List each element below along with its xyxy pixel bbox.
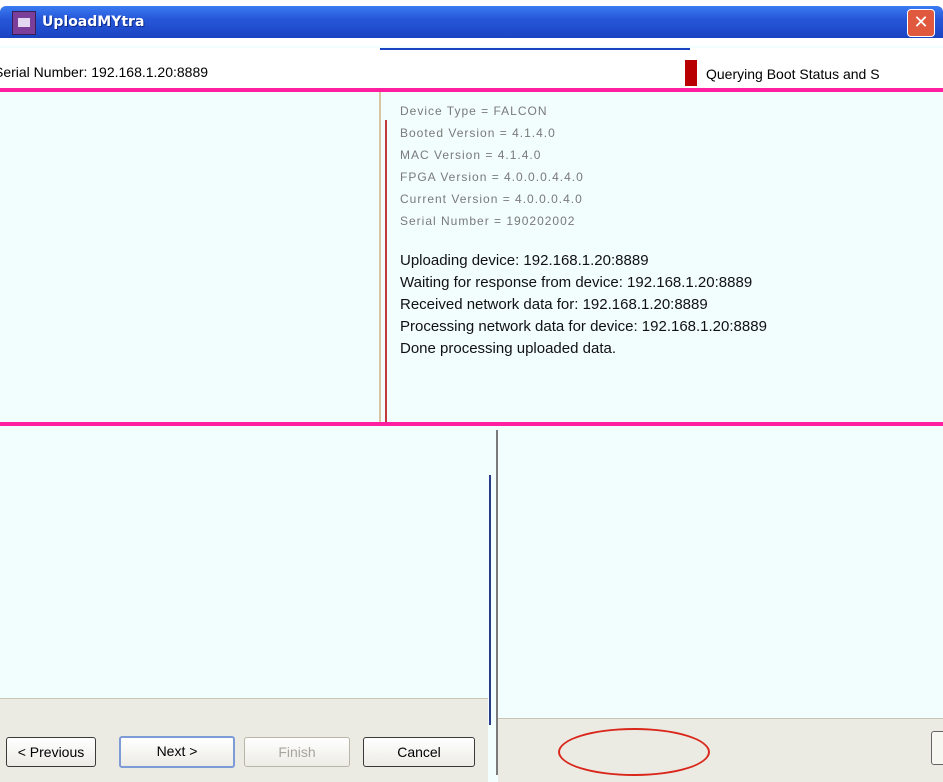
device-list-panel[interactable] bbox=[0, 92, 380, 422]
log-line: Received network data for: 192.168.1.20:… bbox=[400, 296, 708, 313]
title-underline bbox=[380, 48, 690, 50]
log-line: Processing network data for device: 192.… bbox=[400, 318, 767, 335]
lower-divider bbox=[489, 475, 491, 725]
close-button[interactable]: ✕ bbox=[907, 9, 935, 37]
window-title: UploadMYtra bbox=[42, 14, 145, 30]
serial-number-label: Serial Number: 192.168.1.20:8889 bbox=[0, 64, 209, 80]
app-icon bbox=[12, 11, 36, 35]
panel-divider bbox=[379, 92, 381, 422]
log-line: Serial Number = 190202002 bbox=[400, 214, 576, 228]
lower-panel bbox=[0, 428, 943, 698]
log-line: Uploading device: 192.168.1.20:8889 bbox=[400, 252, 649, 269]
wizard-footer: < Previous Next > Finish Cancel bbox=[0, 698, 488, 782]
upload-log: Device Type = FALCON Booted Version = 4.… bbox=[400, 100, 940, 360]
panel-divider-accent bbox=[385, 120, 387, 422]
partial-button[interactable] bbox=[931, 731, 943, 765]
title-bar: UploadMYtra ✕ bbox=[0, 0, 943, 46]
log-line: Current Version = 4.0.0.0.4.0 bbox=[400, 192, 583, 206]
log-line: Done processing uploaded data. bbox=[400, 340, 616, 357]
finish-button: Finish bbox=[244, 737, 350, 767]
previous-button[interactable]: < Previous bbox=[6, 737, 96, 767]
cancel-button[interactable]: Cancel bbox=[363, 737, 475, 767]
log-line: Waiting for response from device: 192.16… bbox=[400, 274, 753, 291]
log-line: MAC Version = 4.1.4.0 bbox=[400, 148, 542, 162]
highlight-annotation bbox=[558, 728, 710, 776]
log-line: Booted Version = 4.1.4.0 bbox=[400, 126, 556, 140]
panel-separator-line bbox=[0, 422, 943, 426]
boot-status-text: Querying Boot Status and S bbox=[706, 66, 880, 82]
next-button[interactable]: Next > bbox=[119, 736, 235, 768]
log-line: FPGA Version = 4.0.0.0.4.4.0 bbox=[400, 170, 584, 184]
log-line: Device Type = FALCON bbox=[400, 104, 548, 118]
status-divider bbox=[685, 60, 697, 86]
